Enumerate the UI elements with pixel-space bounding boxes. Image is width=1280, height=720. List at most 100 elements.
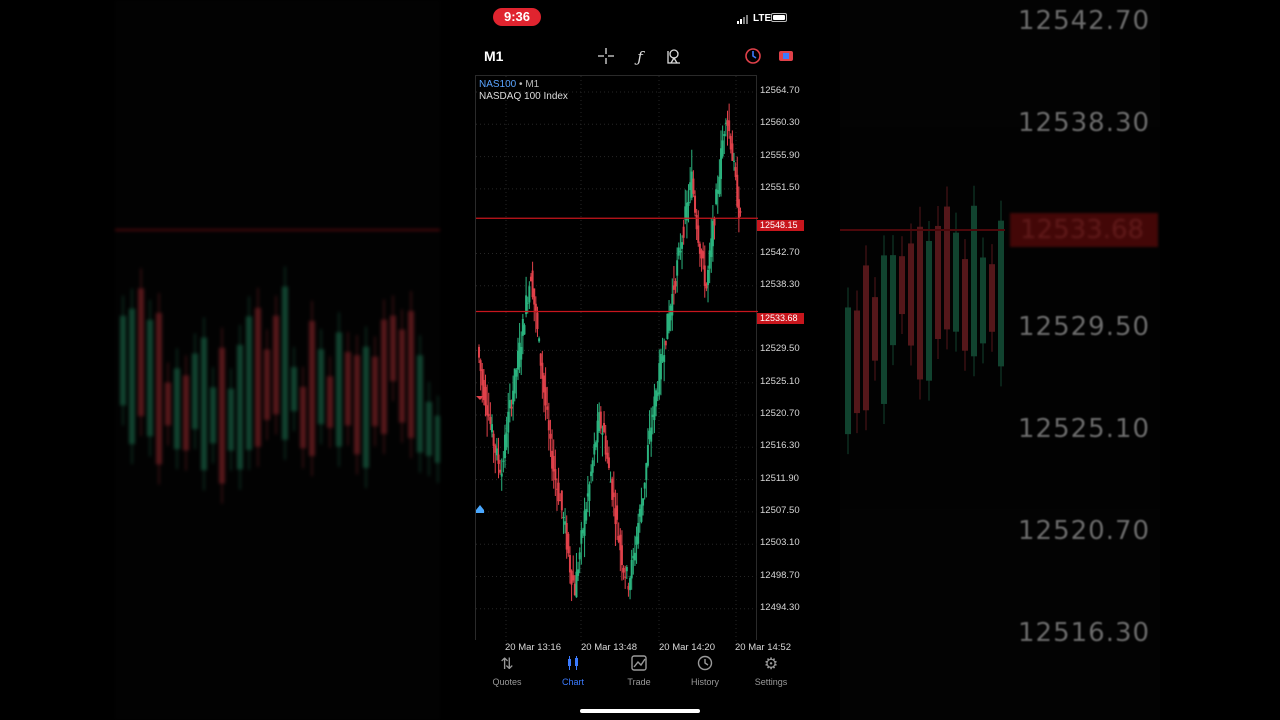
candle-body	[721, 140, 724, 157]
indicators-icon[interactable]: ƒ	[630, 47, 650, 67]
background-candle-body	[156, 312, 162, 465]
buy-marker-icon	[476, 505, 484, 513]
candle-body	[578, 552, 581, 560]
clock-icon[interactable]	[743, 47, 763, 67]
background-candle-body	[183, 375, 189, 451]
background-candle-body	[881, 255, 887, 404]
price-tick-label: 12555.90	[760, 149, 800, 161]
background-candle-body	[935, 225, 941, 340]
candle-body	[490, 424, 493, 433]
candle-body	[549, 433, 552, 439]
background-candle-body	[300, 386, 306, 449]
tab-label: Trade	[627, 677, 651, 687]
price-tick-label: 12560.30	[760, 117, 800, 129]
candle-body	[679, 250, 682, 253]
candle-body	[562, 516, 565, 518]
tab-quotes[interactable]: ⇅ Quotes	[477, 655, 537, 687]
chart-icon	[543, 655, 603, 675]
objects-icon[interactable]	[663, 47, 683, 67]
timeframe-button[interactable]: M1	[484, 48, 503, 64]
candle-body	[616, 505, 619, 520]
background-candle-body	[863, 265, 869, 411]
background-price-label: 12525.10	[1018, 414, 1151, 444]
candle-body	[682, 226, 685, 238]
candle-body	[489, 417, 492, 424]
trade-order-icon[interactable]	[776, 47, 796, 67]
background-candle-body	[962, 259, 968, 351]
candle-body	[520, 346, 523, 360]
candle-body	[624, 576, 627, 578]
candle-body	[646, 445, 649, 466]
candlestick-chart[interactable]	[476, 76, 758, 641]
candle-body	[567, 533, 570, 554]
status-time: 9:36	[493, 8, 541, 26]
candle-body	[674, 281, 677, 287]
background-candle-body	[354, 355, 360, 455]
price-tick-label: 12551.50	[760, 181, 800, 193]
tab-trade[interactable]: Trade	[609, 655, 669, 687]
candle-body	[577, 569, 580, 576]
candle-body	[703, 265, 706, 287]
candle-body	[671, 293, 674, 316]
candle-body	[568, 555, 571, 573]
quotes-icon: ⇅	[500, 656, 514, 673]
background-candle-body	[426, 401, 432, 456]
background-candle-body	[417, 355, 423, 453]
background-candle-body	[309, 321, 315, 456]
candle-body	[620, 545, 623, 566]
background-candle-body	[237, 344, 243, 470]
candle-body	[650, 427, 653, 442]
candle-body	[588, 484, 591, 501]
candle-body	[697, 225, 700, 243]
ask-price-tag: 12533.68	[757, 313, 804, 324]
tab-history[interactable]: History	[675, 655, 735, 687]
candle-body	[629, 578, 632, 591]
price-tick-label: 12564.70	[760, 85, 800, 96]
background-candle-body	[845, 307, 851, 435]
background-candle-body	[998, 220, 1004, 367]
price-tick-label: 12525.10	[760, 375, 800, 387]
candle-body	[664, 340, 667, 346]
background-candle-body	[926, 240, 932, 381]
candle-body	[502, 460, 505, 462]
home-indicator[interactable]	[580, 709, 700, 713]
background-price-label: 12516.30	[1018, 618, 1151, 648]
background-candle-body	[318, 349, 324, 425]
candle-body	[633, 552, 636, 561]
candle-body	[594, 442, 597, 448]
background-candle-body	[372, 356, 378, 427]
chart-toolbar: M1 ƒ	[475, 44, 805, 70]
signal-icon	[737, 14, 751, 24]
chart-area[interactable]: NAS100 • M1 NASDAQ 100 Index 12564.70 125…	[475, 75, 805, 653]
candle-body	[544, 387, 547, 406]
trade-icon	[609, 655, 669, 675]
candle-body	[702, 251, 705, 259]
background-candle-body	[273, 315, 279, 415]
price-tick-label: 12494.30	[760, 601, 800, 613]
crosshair-icon[interactable]	[596, 47, 616, 67]
background-candle-body	[899, 256, 905, 315]
background-candle-body	[246, 316, 252, 450]
phone-screen: 9:36 LTE M1 ƒ NAS100 • M1 NASDAQ 100 Ind…	[475, 0, 805, 720]
price-tick-label: 12498.70	[760, 569, 800, 581]
background-candle-body	[953, 232, 959, 332]
background-price-label: 12542.70	[1018, 6, 1151, 36]
background-candle-body	[435, 415, 440, 463]
time-tick-label: 20 Mar 13:16	[505, 642, 561, 653]
time-tick-label: 20 Mar 14:52	[735, 642, 791, 653]
candle-body	[604, 435, 607, 455]
candle-body	[554, 469, 557, 481]
price-tick-label: 12538.30	[760, 278, 800, 290]
background-candle-body	[390, 315, 396, 382]
candle-body	[533, 288, 536, 305]
tab-chart[interactable]: Chart	[543, 655, 603, 687]
tab-settings[interactable]: ⚙ Settings	[741, 655, 801, 687]
chart-plot[interactable]: NAS100 • M1 NASDAQ 100 Index	[475, 75, 758, 641]
time-tick-label: 20 Mar 14:20	[659, 642, 715, 653]
network-type: LTE	[753, 13, 772, 24]
background-candle-body	[944, 206, 950, 330]
candle-body	[507, 411, 510, 433]
symbol-name: NAS100	[479, 79, 517, 90]
background-candle-body	[872, 297, 878, 361]
candle-body	[694, 195, 697, 213]
